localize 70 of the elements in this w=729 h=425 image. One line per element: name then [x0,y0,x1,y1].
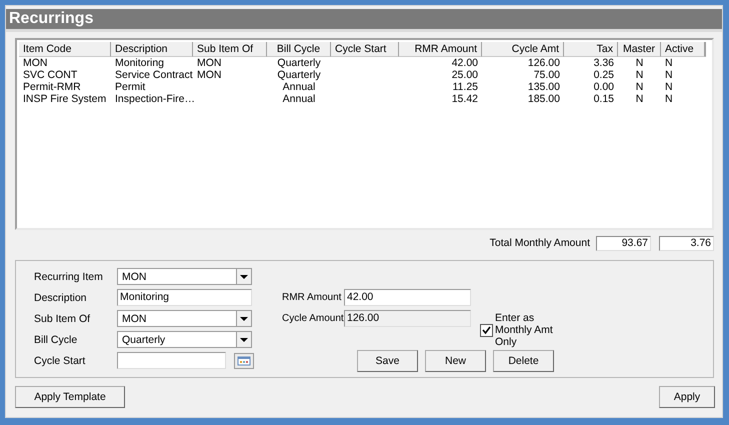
action-button[interactable]: New [425,350,486,372]
table-cell-text: Inspection-Fire… [114,93,193,105]
dropdown[interactable]: MON [117,268,252,285]
dropdown[interactable]: Quarterly [117,331,252,348]
table-cell-text: Quarterly [276,69,322,81]
column-header[interactable]: Cycle Start [331,42,399,57]
table-cell-text: Monitoring [114,57,166,69]
checkbox-label: Enter as Monthly Amt Only [495,312,554,348]
readonly-field: 126.00 [344,310,471,327]
table-cell-text: N [634,69,644,81]
table-cell-text: N [664,69,674,81]
total-field: 3.76 [659,236,714,250]
field-label: Cycle Start [34,354,86,366]
input-field[interactable]: Monitoring [117,289,252,306]
table-cell-text: 126.00 [526,57,561,69]
table-cell-text: MON [196,57,222,69]
table-cell-text: 3.36 [592,57,615,69]
field-label: Bill Cycle [34,334,78,346]
table-cell-text: 0.00 [592,81,615,93]
column-header[interactable]: RMR Amount [399,42,482,57]
column-header[interactable]: Cycle Amt [482,42,564,57]
table-cell-text: SVC CONT [22,69,78,81]
table-cell-text: N [634,93,644,105]
table-cell-text: 135.00 [526,81,561,93]
field-label: Cycle Amount [282,313,344,324]
total-label: Total Monthly Amount [490,237,590,249]
table-cell-text: N [664,81,674,93]
table-cell-text: Service Contract [114,69,193,81]
table-cell-text: 185.00 [526,93,561,105]
calendar-icon[interactable] [234,352,254,368]
table-cell-text: 75.00 [532,69,561,81]
window-title: Recurrings [9,10,94,28]
field-label: Recurring Item [34,270,104,282]
table-cell-text: N [634,81,644,93]
date-field[interactable] [117,352,226,369]
apply-template-button[interactable]: Apply Template [15,386,125,408]
dropdown[interactable]: MON [117,310,252,327]
table-cell-text: Annual [282,93,316,105]
total-field: 93.67 [596,236,651,250]
column-header[interactable]: Bill Cycle [267,42,331,57]
table-cell-text: 42.00 [450,57,479,69]
table-cell-text: N [664,57,674,69]
column-header[interactable]: Item Code [19,42,111,57]
column-header[interactable]: Master [618,42,661,57]
table-cell-text: Annual [282,81,316,93]
column-header[interactable]: Sub Item Of [193,42,267,57]
column-header[interactable]: Active [661,42,705,57]
table-cell-text: MON [196,69,222,81]
column-header[interactable]: Tax [564,42,618,57]
table-cell-text: 0.25 [592,69,615,81]
table-cell-text: Quarterly [276,57,322,69]
field-label: Sub Item Of [34,312,92,324]
table-cell-text: 15.42 [450,93,479,105]
action-button[interactable]: Save [357,350,418,372]
table-cell-text: INSP Fire System [22,93,108,105]
checkbox[interactable] [480,324,493,336]
apply-button[interactable]: Apply [659,386,715,408]
table-cell-text: N [664,93,674,105]
column-header[interactable]: Description [111,42,193,57]
input-field[interactable]: 42.00 [344,289,471,306]
table-cell-text: 25.00 [450,69,479,81]
table-cell-text: N [634,57,644,69]
table-cell-text: MON [22,57,48,69]
field-label: RMR Amount [282,292,342,303]
table-cell-text: 11.25 [452,81,479,93]
table-cell-text: Permit [114,81,146,93]
field-label: Description [34,292,88,304]
table-cell-text: Permit-RMR [22,81,82,93]
action-button[interactable]: Delete [493,350,554,372]
table-cell-text: 0.15 [592,93,615,105]
